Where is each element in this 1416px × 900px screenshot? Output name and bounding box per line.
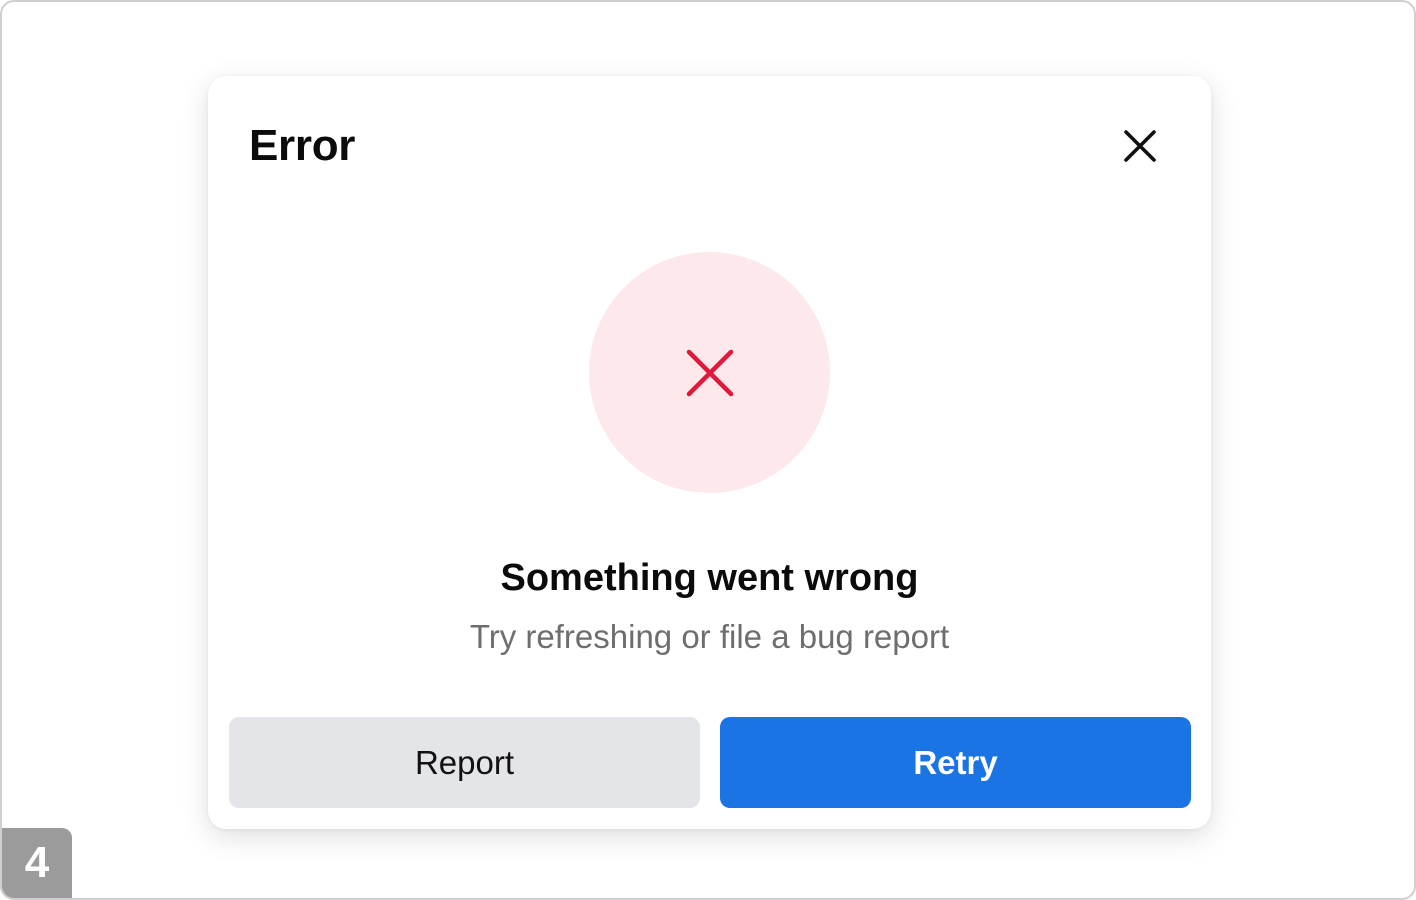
error-headline: Something went wrong (500, 557, 919, 599)
error-message: Try refreshing or file a bug report (469, 618, 950, 655)
step-number-badge: 4 (2, 828, 72, 898)
error-status-badge (589, 252, 830, 493)
error-x-icon (686, 349, 733, 396)
report-button[interactable]: Report (229, 717, 700, 808)
screen-frame: Error Something went wrong Try refreshin… (0, 0, 1416, 900)
retry-button[interactable]: Retry (720, 717, 1191, 808)
error-dialog: Error Something went wrong Try refreshin… (208, 76, 1211, 829)
dialog-title: Error (249, 121, 356, 170)
close-button[interactable] (1115, 121, 1165, 171)
close-icon (1124, 130, 1156, 162)
